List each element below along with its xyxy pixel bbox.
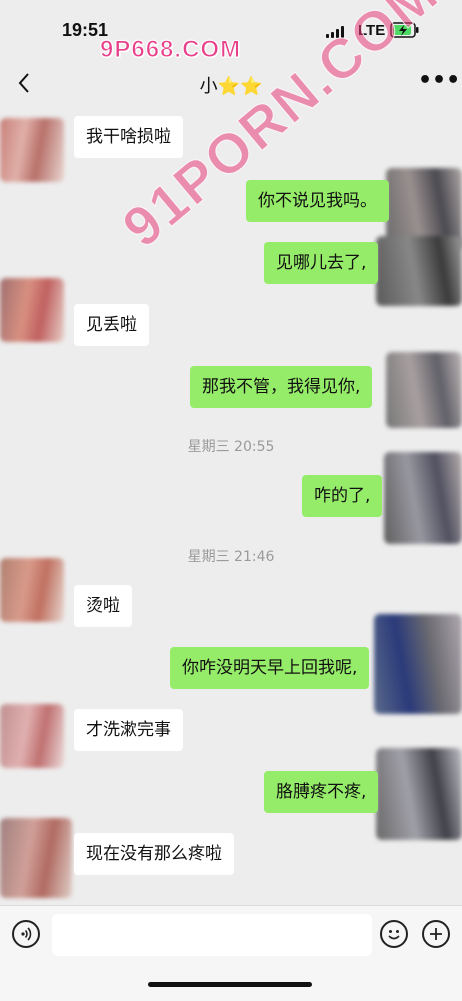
contact-avatar[interactable] bbox=[0, 278, 64, 342]
self-avatar[interactable] bbox=[374, 614, 462, 714]
contact-avatar[interactable] bbox=[0, 118, 64, 182]
more-dots-icon[interactable]: ••• bbox=[418, 68, 460, 94]
message-bubble[interactable]: 见丢啦 bbox=[74, 304, 149, 346]
self-avatar[interactable] bbox=[386, 352, 462, 428]
message-bubble[interactable]: 你咋没明天早上回我呢, bbox=[170, 647, 370, 689]
contact-avatar[interactable] bbox=[0, 704, 64, 768]
message-bubble[interactable]: 那我不管，我得见你, bbox=[190, 366, 373, 408]
contact-avatar[interactable] bbox=[0, 558, 64, 622]
voice-icon[interactable] bbox=[12, 920, 40, 948]
message-bubble[interactable]: 见哪儿去了, bbox=[264, 242, 379, 284]
message-input[interactable] bbox=[52, 914, 372, 956]
network-label: LTE bbox=[358, 22, 386, 39]
emoji-icon[interactable] bbox=[380, 920, 408, 948]
self-avatar[interactable] bbox=[384, 452, 462, 544]
self-avatar[interactable] bbox=[376, 236, 462, 306]
home-indicator[interactable] bbox=[148, 982, 312, 987]
timestamp: 星期三 21:46 bbox=[187, 549, 275, 565]
message-bubble[interactable]: 你不说见我吗。 bbox=[246, 180, 389, 222]
message-bubble[interactable]: 才洗漱完事 bbox=[74, 709, 183, 751]
message-bubble[interactable]: 现在没有那么疼啦 bbox=[74, 833, 234, 875]
battery-icon bbox=[390, 22, 419, 38]
signal-icon bbox=[326, 26, 346, 38]
message-bubble[interactable]: 我干啥损啦 bbox=[74, 116, 183, 158]
chat-title: 小⭐⭐ bbox=[199, 76, 263, 97]
message-bubble[interactable]: 烫啦 bbox=[74, 585, 132, 627]
timestamp: 星期三 20:55 bbox=[187, 439, 275, 455]
message-bubble[interactable]: 胳膊疼不疼, bbox=[264, 771, 379, 813]
plus-icon[interactable] bbox=[422, 920, 450, 948]
contact-avatar[interactable] bbox=[0, 818, 72, 898]
self-avatar[interactable] bbox=[376, 748, 462, 840]
message-bubble[interactable]: 咋的了, bbox=[302, 475, 383, 517]
chat-header: 小⭐⭐ ••• bbox=[0, 60, 462, 106]
